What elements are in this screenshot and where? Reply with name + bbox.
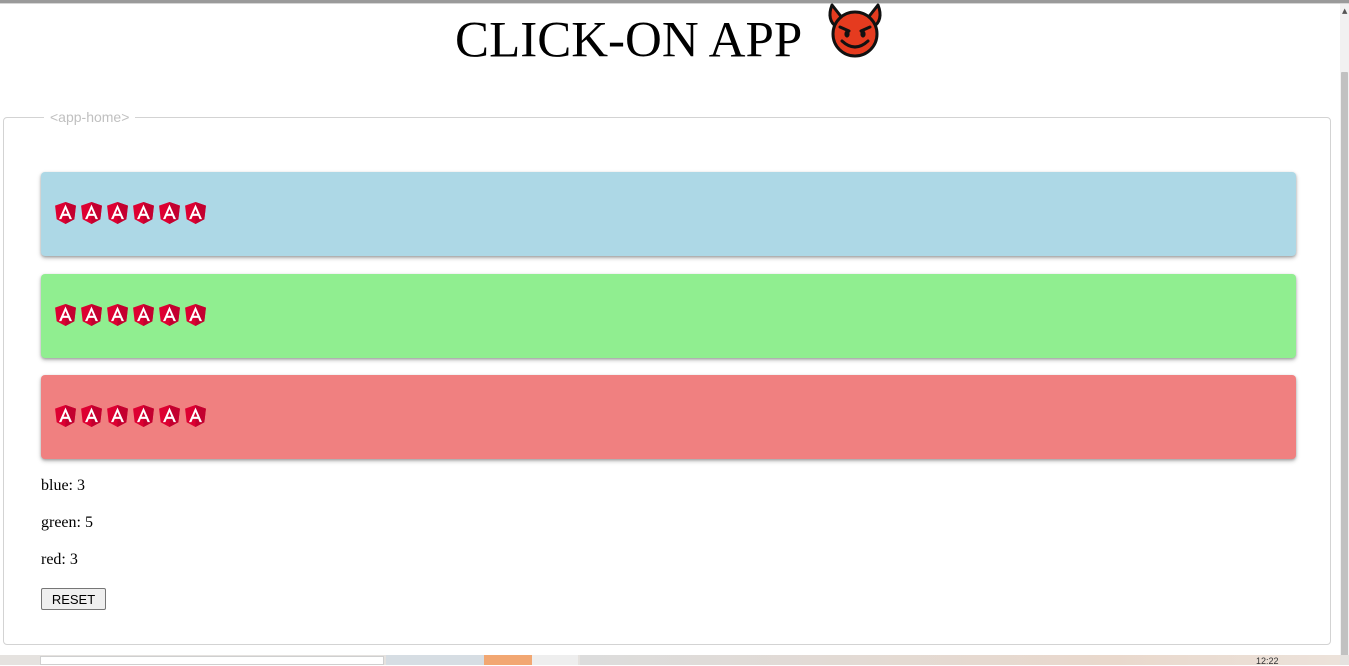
angular-icons-row <box>55 304 206 326</box>
blue-counter: blue: 3 <box>41 477 85 494</box>
angular-logo-icon <box>185 405 206 427</box>
window-top-line <box>0 3 1349 4</box>
angular-logo-icon <box>55 405 76 427</box>
angular-logo-icon <box>55 202 76 224</box>
taskbar-app-tile[interactable] <box>532 655 578 665</box>
angular-logo-icon <box>185 202 206 224</box>
page-title: CLICK-ON APP <box>455 12 803 69</box>
angular-logo-icon <box>81 304 102 326</box>
angular-logo-icon <box>81 202 102 224</box>
taskbar-tray <box>580 655 1340 665</box>
component-tag-label: <app-home> <box>44 107 136 127</box>
smiling-devil-icon <box>825 1 885 73</box>
angular-icons-row <box>55 202 206 224</box>
scrollbar-thumb[interactable] <box>1341 72 1348 657</box>
taskbar: 12:22 <box>0 655 1349 666</box>
angular-logo-icon <box>159 304 180 326</box>
taskbar-app-tile[interactable] <box>484 655 532 665</box>
angular-logo-icon <box>107 202 128 224</box>
page-header: CLICK-ON APP <box>0 3 1340 70</box>
green-counter: green: 5 <box>41 514 93 531</box>
angular-logo-icon <box>133 304 154 326</box>
red-counter: red: 3 <box>41 551 78 568</box>
taskbar-app-tile[interactable] <box>386 655 484 665</box>
green-click-panel[interactable] <box>41 274 1296 358</box>
angular-logo-icon <box>107 405 128 427</box>
angular-logo-icon <box>81 405 102 427</box>
angular-logo-icon <box>133 202 154 224</box>
taskbar-search-box[interactable] <box>40 656 384 665</box>
scroll-up-arrow-icon[interactable]: ▲ <box>1342 8 1347 15</box>
blue-click-panel[interactable] <box>41 172 1296 256</box>
vertical-scrollbar[interactable]: ▲ <box>1340 4 1349 657</box>
reset-button[interactable]: RESET <box>41 588 106 610</box>
app-home-component: <app-home> blue: 3 green: 5 red: 3 RESET <box>3 107 1331 645</box>
angular-logo-icon <box>159 202 180 224</box>
angular-logo-icon <box>159 405 180 427</box>
angular-icons-row <box>55 405 206 427</box>
red-click-panel[interactable] <box>41 375 1296 459</box>
angular-logo-icon <box>185 304 206 326</box>
angular-logo-icon <box>55 304 76 326</box>
angular-logo-icon <box>133 405 154 427</box>
angular-logo-icon <box>107 304 128 326</box>
